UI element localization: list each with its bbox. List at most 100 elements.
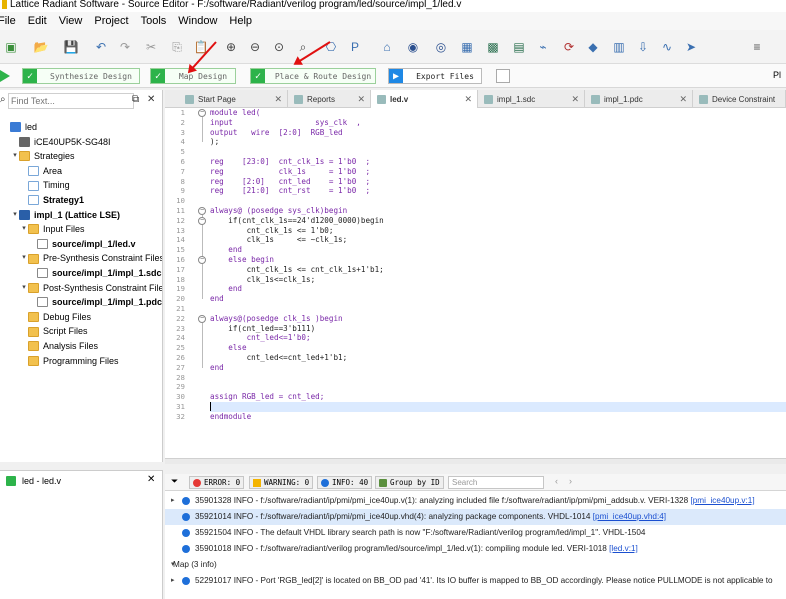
power-icon[interactable]: ⟳ xyxy=(560,38,578,56)
code-line[interactable]: end xyxy=(210,245,242,255)
menu-project[interactable]: Project xyxy=(88,12,134,30)
simulation-icon[interactable]: ∿ xyxy=(658,38,676,56)
code-line[interactable]: always@ (posedge sys_clk)begin xyxy=(210,206,347,216)
code-line[interactable]: module led( xyxy=(210,108,260,118)
zoom-out-icon[interactable]: ⊖ xyxy=(246,38,264,56)
expand-arrow-icon[interactable]: ▾ xyxy=(20,222,28,237)
code-line[interactable]: clk_1s<=clk_1s; xyxy=(210,275,316,285)
tab-device-constraint[interactable]: Device Constraint xyxy=(693,90,786,108)
float-panel-icon[interactable]: ⧉ xyxy=(132,94,139,105)
redo-icon[interactable]: ↷ xyxy=(116,38,134,56)
code-line[interactable]: end xyxy=(210,284,242,294)
menu-edit[interactable]: Edit xyxy=(22,12,53,30)
filter-icon[interactable]: ⏷ xyxy=(171,476,178,487)
output-group[interactable]: ▾ Map (3 info) xyxy=(165,557,786,573)
close-tab-icon[interactable]: ✕ xyxy=(357,94,365,105)
code-line[interactable]: assign RGB_led = cnt_led; xyxy=(210,392,324,402)
expand-arrow-icon[interactable]: ▸ xyxy=(171,573,175,589)
cut-icon[interactable]: ✂ xyxy=(142,38,160,56)
output-message[interactable]: 35921504 INFO - The default VHDL library… xyxy=(165,525,786,541)
prev-icon[interactable]: ‹ xyxy=(555,476,558,486)
fold-toggle-icon[interactable]: − xyxy=(198,207,206,215)
output-message[interactable]: 35921014 INFO - f:/software/radiant/ip/p… xyxy=(165,509,786,525)
ip-catalog-icon[interactable]: ⎔ xyxy=(322,38,340,56)
expand-arrow-icon[interactable]: ▾ xyxy=(11,149,19,164)
tree-item[interactable]: ▾ impl_1 (Lattice LSE) xyxy=(0,208,162,223)
output-message[interactable]: ▸ 52291017 INFO - Port 'RGB_led[2]' is lo… xyxy=(165,573,786,589)
source-link[interactable]: [pmi_ice40up.v:1] xyxy=(690,496,754,505)
ip-icon[interactable]: P xyxy=(346,38,364,56)
undo-icon[interactable]: ↶ xyxy=(92,38,110,56)
code-line[interactable]: clk_1s <= ~clk_1s; xyxy=(210,235,348,245)
tree-item[interactable]: Timing xyxy=(0,178,162,193)
download-icon[interactable]: ⇩ xyxy=(634,38,652,56)
close-panel-icon[interactable]: ✕ xyxy=(147,474,155,485)
tab-led-v[interactable]: led.v ✕ xyxy=(371,90,478,108)
open-folder-icon[interactable]: 📂 xyxy=(32,38,50,56)
flow-step-synthesize[interactable]: ✓ Synthesize Design xyxy=(22,68,140,84)
close-tab-icon[interactable]: ✕ xyxy=(571,94,579,105)
code-line[interactable]: cnt_clk_1s <= 1'b0; xyxy=(210,226,334,236)
tree-item[interactable]: ▾ Pre-Synthesis Constraint Files xyxy=(0,251,162,266)
tree-item[interactable]: Analysis Files xyxy=(0,339,162,354)
tree-item[interactable]: Debug Files xyxy=(0,310,162,325)
copy-icon[interactable]: ⎘ xyxy=(168,38,186,56)
code-line[interactable]: output wire [2:0] RGB_led xyxy=(210,128,343,138)
code-line[interactable]: reg [2:0] cnt_led = 1'b0 ; xyxy=(210,177,370,187)
paste-icon[interactable]: 📋 xyxy=(192,38,210,56)
chip-icon[interactable]: ▤ xyxy=(510,38,528,56)
error-filter-button[interactable]: ERROR: 0 xyxy=(189,476,245,489)
menu-window[interactable]: Window xyxy=(172,12,223,30)
menu-help[interactable]: Help xyxy=(223,12,258,30)
device-constraint-icon[interactable]: ◎ xyxy=(432,38,450,56)
expand-arrow-icon[interactable]: ▾ xyxy=(20,281,28,296)
tree-item[interactable]: source/impl_1/impl_1.pdc xyxy=(0,295,162,310)
flow-step-place-route[interactable]: ✓ Place & Route Design xyxy=(250,68,376,84)
task-list-icon[interactable] xyxy=(496,69,510,83)
close-panel-icon[interactable]: ✕ xyxy=(147,94,155,105)
zoom-in-icon[interactable]: ⊕ xyxy=(222,38,240,56)
code-line[interactable]: endmodule xyxy=(210,412,251,422)
tree-item[interactable]: led xyxy=(0,120,162,135)
expand-arrow-icon[interactable]: ▾ xyxy=(11,208,19,223)
tree-item[interactable]: Programming Files xyxy=(0,354,162,369)
code-line[interactable]: end xyxy=(210,363,224,373)
pl-icon[interactable]: ≡ xyxy=(748,38,766,56)
close-tab-icon[interactable]: ✕ xyxy=(274,94,282,105)
code-line[interactable]: if(cnt_clk_1s==24'd1200_0000)begin xyxy=(210,216,383,226)
run-flow-icon[interactable] xyxy=(0,70,10,82)
code-line[interactable]: cnt_led<=1'b0; xyxy=(210,333,311,343)
timing-icon[interactable]: ⌁ xyxy=(534,38,552,56)
home-icon[interactable]: ⌂ xyxy=(378,38,396,56)
group-by-id-button[interactable]: Group by ID xyxy=(375,476,444,489)
floorplan-icon[interactable]: ▦ xyxy=(458,38,476,56)
tree-item[interactable]: ▾ Strategies xyxy=(0,149,162,164)
tree-item[interactable]: ▾ Input Files xyxy=(0,222,162,237)
next-icon[interactable]: › xyxy=(569,476,572,486)
program-icon[interactable]: ▥ xyxy=(610,38,628,56)
fold-toggle-icon[interactable]: − xyxy=(198,314,206,323)
tab-start-page[interactable]: Start Page ✕ xyxy=(179,90,288,108)
horizontal-scrollbar[interactable] xyxy=(165,458,786,464)
warning-filter-button[interactable]: WARNING: 0 xyxy=(249,476,314,489)
zoom-fit-icon[interactable]: ⊙ xyxy=(270,38,288,56)
fold-toggle-icon[interactable]: − xyxy=(198,256,206,264)
code-line[interactable] xyxy=(210,402,786,412)
reveal-icon[interactable]: ◆ xyxy=(584,38,602,56)
code-line[interactable]: reg clk_1s = 1'b0 ; xyxy=(210,167,370,177)
code-line[interactable]: else begin xyxy=(210,255,274,265)
source-editor[interactable]: 1 2 3 4 5 6 7 8 9 10 11 12 13 14 15 16 17 18 19 20 21 22 23 24 2… xyxy=(165,108,786,458)
menu-file[interactable]: File xyxy=(0,12,22,30)
tree-item[interactable]: iCE40UP5K-SG48I xyxy=(0,135,162,150)
code-line[interactable]: cnt_clk_1s <= cnt_clk_1s+1'b1; xyxy=(210,265,384,275)
code-line[interactable]: input sys_clk , xyxy=(210,118,361,128)
tab-impl-1-sdc[interactable]: impl_1.sdc ✕ xyxy=(478,90,585,108)
fold-toggle-icon[interactable]: − xyxy=(198,109,206,117)
output-message[interactable]: 35901018 INFO - f:/software/radiant/veri… xyxy=(165,541,786,557)
fold-toggle-icon[interactable]: − xyxy=(198,216,206,225)
code-line[interactable]: reg [21:0] cnt_rst = 1'b0 ; xyxy=(210,186,370,196)
tab-impl-1-pdc[interactable]: impl_1.pdc ✕ xyxy=(585,90,693,108)
hierarchy-item[interactable]: led - led.v xyxy=(6,476,61,486)
tree-item[interactable]: Area xyxy=(0,164,162,179)
menu-view[interactable]: View xyxy=(53,12,89,30)
